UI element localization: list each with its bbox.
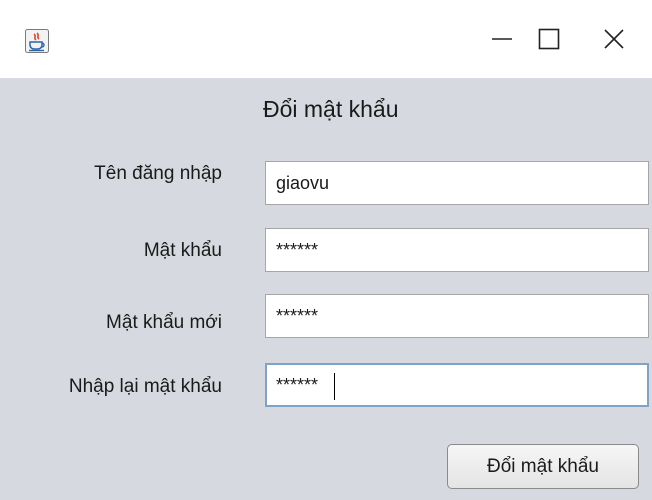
close-button[interactable]: [575, 0, 652, 78]
password-label: Mật khẩu: [143, 240, 222, 261]
close-icon: [604, 29, 624, 49]
title-bar[interactable]: [0, 0, 652, 78]
confirm-password-label: Nhập lại mật khẩu: [68, 376, 222, 397]
password-field[interactable]: [265, 228, 649, 272]
confirm-password-field[interactable]: [265, 363, 649, 407]
new-password-label: Mật khẩu mới: [106, 312, 222, 333]
java-icon: [25, 29, 49, 53]
text-caret: [334, 373, 335, 400]
change-password-button[interactable]: Đổi mật khẩu: [447, 444, 639, 489]
form-panel: [0, 78, 652, 500]
form-title: Đổi mật khẩu: [263, 96, 399, 122]
username-field[interactable]: [265, 161, 649, 205]
maximize-icon: [538, 28, 560, 50]
username-label: Tên đăng nhập: [94, 163, 222, 184]
new-password-field[interactable]: [265, 294, 649, 338]
